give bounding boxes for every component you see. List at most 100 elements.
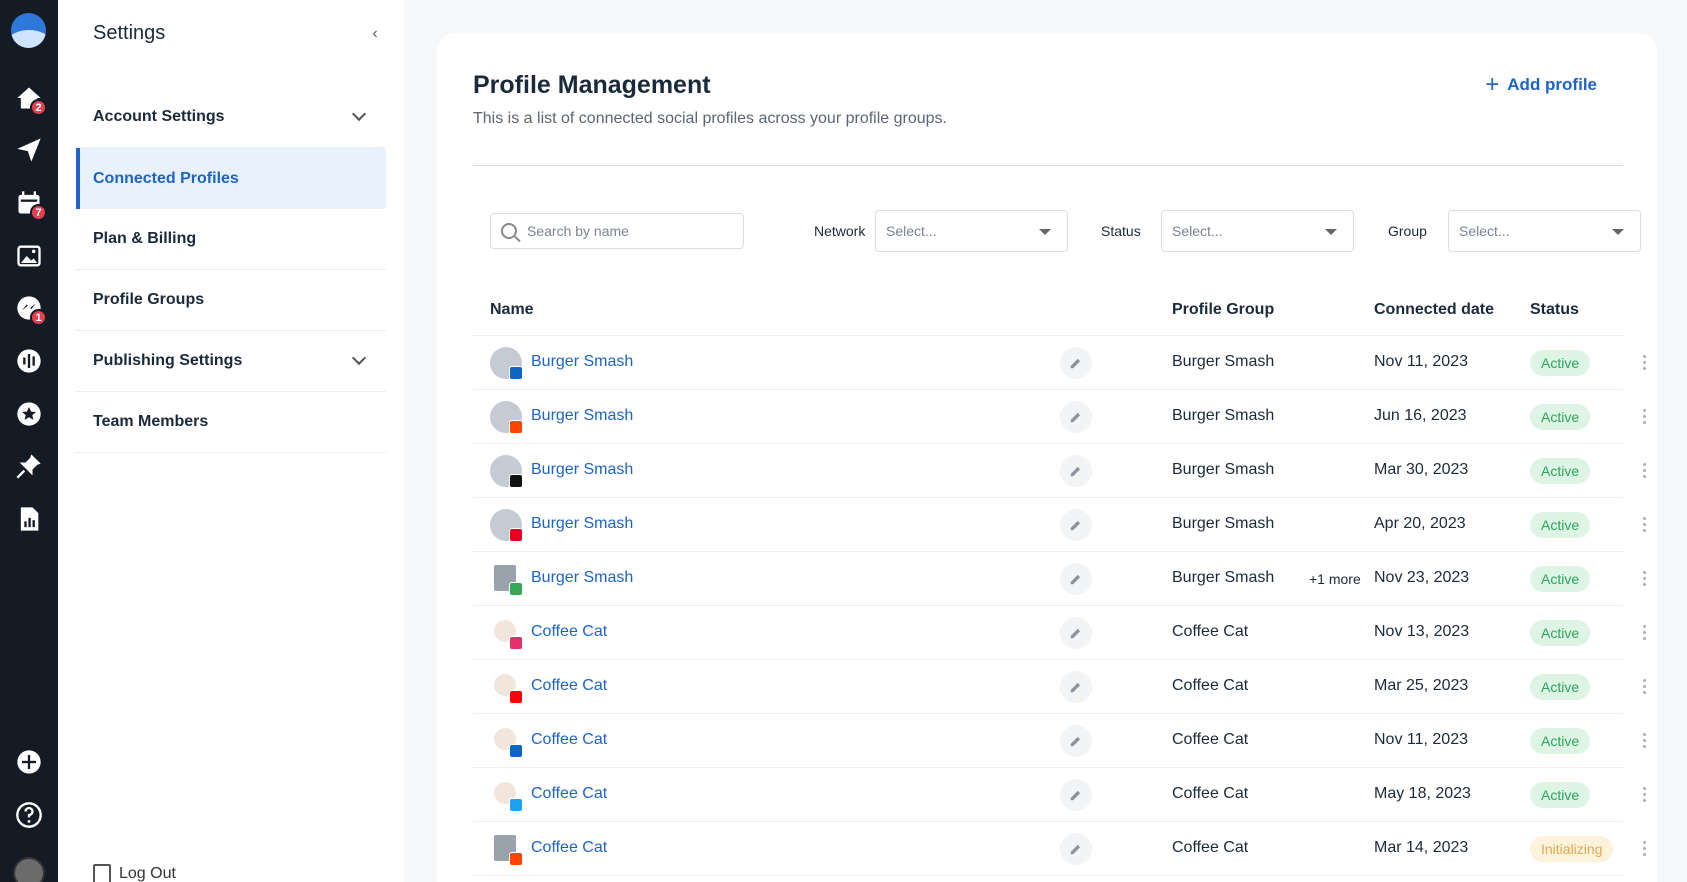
nav-publishing-settings[interactable]: Publishing Settings	[76, 331, 386, 392]
add-profile-label: Add profile	[1507, 75, 1597, 94]
add-profile-button[interactable]: + Add profile	[1485, 73, 1597, 97]
edit-button[interactable]	[1060, 455, 1092, 487]
nav-account-settings[interactable]: Account Settings	[76, 87, 386, 148]
plus-icon: +	[1485, 71, 1500, 98]
edit-button[interactable]	[1060, 725, 1092, 757]
network-filter-label: Network	[814, 223, 866, 239]
kebab-menu-icon[interactable]	[1643, 625, 1647, 640]
table-row[interactable]: Coffee Cat Coffee Cat Mar 14, 2023 Initi…	[473, 822, 1646, 876]
collapse-panel-button[interactable]: ‹	[365, 24, 385, 44]
table-row[interactable]: Burger Smash Burger Smash Jun 16, 2023 A…	[473, 390, 1646, 444]
status-badge: Active	[1530, 350, 1591, 376]
reddit-icon	[509, 420, 523, 434]
chevron-left-icon: ‹	[372, 25, 378, 42]
nav-label: Profile Groups	[93, 291, 205, 308]
pin-icon[interactable]	[11, 448, 47, 484]
kebab-menu-icon[interactable]	[1643, 517, 1647, 532]
create-icon[interactable]	[11, 744, 47, 780]
kebab-menu-icon[interactable]	[1643, 733, 1647, 748]
edit-button[interactable]	[1060, 347, 1092, 379]
group-select[interactable]: Select...	[1448, 210, 1641, 252]
table-row[interactable]: Coffee Cat Coffee Cat Nov 13, 2023 Activ…	[473, 606, 1646, 660]
pencil-icon	[1070, 412, 1081, 423]
profile-name-link[interactable]: Burger Smash	[531, 515, 633, 533]
kebab-menu-icon[interactable]	[1643, 841, 1647, 856]
profile-name-link[interactable]: Coffee Cat	[531, 785, 607, 803]
edit-button[interactable]	[1060, 401, 1092, 433]
user-avatar[interactable]	[13, 857, 45, 882]
pencil-icon	[1070, 790, 1081, 801]
table-row[interactable]: Coffee Cat Coffee Cat Mar 25, 2023 Activ…	[473, 660, 1646, 714]
table-row[interactable]: Coffee Cat Coffee Cat Nov 11, 2023 Activ…	[473, 714, 1646, 768]
header-connected-date: Connected date	[1374, 301, 1495, 318]
edit-button[interactable]	[1060, 509, 1092, 541]
calendar-icon[interactable]: 7	[11, 185, 47, 221]
nav-team-members[interactable]: Team Members	[76, 392, 386, 453]
table-row[interactable]: Burger Smash Burger Smash Nov 11, 2023 A…	[473, 336, 1646, 390]
nav-profile-groups[interactable]: Profile Groups	[76, 270, 386, 331]
nav-label: Plan & Billing	[93, 230, 197, 247]
nav-plan-billing[interactable]: Plan & Billing	[76, 209, 386, 270]
profile-name-link[interactable]: Coffee Cat	[531, 731, 607, 749]
edit-button[interactable]	[1060, 617, 1092, 649]
instagram-icon	[509, 636, 523, 650]
table-row[interactable]: Burger Smash Burger Smash +1 more Nov 23…	[473, 552, 1646, 606]
pencil-icon	[1070, 628, 1081, 639]
table-row[interactable]: Coffee Cat Coffee Cat May 18, 2023 Activ…	[473, 768, 1646, 822]
kebab-menu-icon[interactable]	[1643, 679, 1647, 694]
inbox-icon[interactable]: 1	[11, 290, 47, 326]
table-row[interactable]: Burger Smash Burger Smash Apr 20, 2023 A…	[473, 498, 1646, 552]
nav-label: Publishing Settings	[93, 352, 243, 369]
send-icon[interactable]	[11, 132, 47, 168]
kebab-menu-icon[interactable]	[1643, 463, 1647, 478]
profile-name-link[interactable]: Burger Smash	[531, 407, 633, 425]
status-select[interactable]: Select...	[1161, 210, 1354, 252]
status-badge: Initializing	[1530, 836, 1614, 862]
connected-date: May 18, 2023	[1374, 785, 1471, 802]
status-badge: Active	[1530, 512, 1591, 538]
profile-name-link[interactable]: Coffee Cat	[531, 623, 607, 641]
inbox-badge: 1	[30, 309, 47, 326]
pencil-icon	[1070, 682, 1081, 693]
network-select[interactable]: Select...	[875, 210, 1068, 252]
profile-name-link[interactable]: Coffee Cat	[531, 839, 607, 857]
profile-name-link[interactable]: Burger Smash	[531, 461, 633, 479]
pencil-icon	[1070, 844, 1081, 855]
kebab-menu-icon[interactable]	[1643, 571, 1647, 586]
kebab-menu-icon[interactable]	[1643, 787, 1647, 802]
search-box[interactable]	[490, 213, 744, 249]
profile-group-name: Burger Smash	[1172, 407, 1275, 424]
profile-group-name: Coffee Cat	[1172, 731, 1249, 748]
edit-button[interactable]	[1060, 779, 1092, 811]
home-icon[interactable]: 2	[11, 80, 47, 116]
reviews-icon[interactable]	[11, 396, 47, 432]
edit-button[interactable]	[1060, 563, 1092, 595]
caret-down-icon	[1325, 229, 1337, 235]
media-library-icon[interactable]	[11, 238, 47, 274]
kebab-menu-icon[interactable]	[1643, 355, 1647, 370]
reports-icon[interactable]	[11, 501, 47, 537]
kebab-menu-icon[interactable]	[1643, 409, 1647, 424]
profile-name-link[interactable]: Burger Smash	[531, 353, 633, 371]
more-groups-link[interactable]: +1 more	[1309, 571, 1361, 587]
profile-name-link[interactable]: Burger Smash	[531, 569, 633, 587]
status-badge: Active	[1530, 458, 1591, 484]
connected-date: Mar 30, 2023	[1374, 461, 1469, 478]
profile-group-name: Coffee Cat	[1172, 623, 1249, 640]
nav-connected-profiles[interactable]: Connected Profiles	[76, 148, 386, 209]
listening-icon[interactable]	[11, 343, 47, 379]
profile-name-link[interactable]: Coffee Cat	[531, 677, 607, 695]
help-icon[interactable]	[11, 797, 47, 833]
logout-icon	[93, 864, 111, 882]
profiles-table: Name Profile Group Connected date Status…	[473, 285, 1646, 876]
edit-button[interactable]	[1060, 671, 1092, 703]
pencil-icon	[1070, 520, 1081, 531]
table-row[interactable]: Burger Smash Burger Smash Mar 30, 2023 A…	[473, 444, 1646, 498]
search-input[interactable]	[527, 223, 727, 239]
linkedin-icon	[509, 744, 523, 758]
edit-button[interactable]	[1060, 833, 1092, 865]
tiktok-icon	[509, 474, 523, 488]
app-logo-icon[interactable]	[11, 13, 46, 48]
group-select-value: Select...	[1459, 223, 1510, 239]
logout-link[interactable]: Log Out	[93, 864, 176, 882]
